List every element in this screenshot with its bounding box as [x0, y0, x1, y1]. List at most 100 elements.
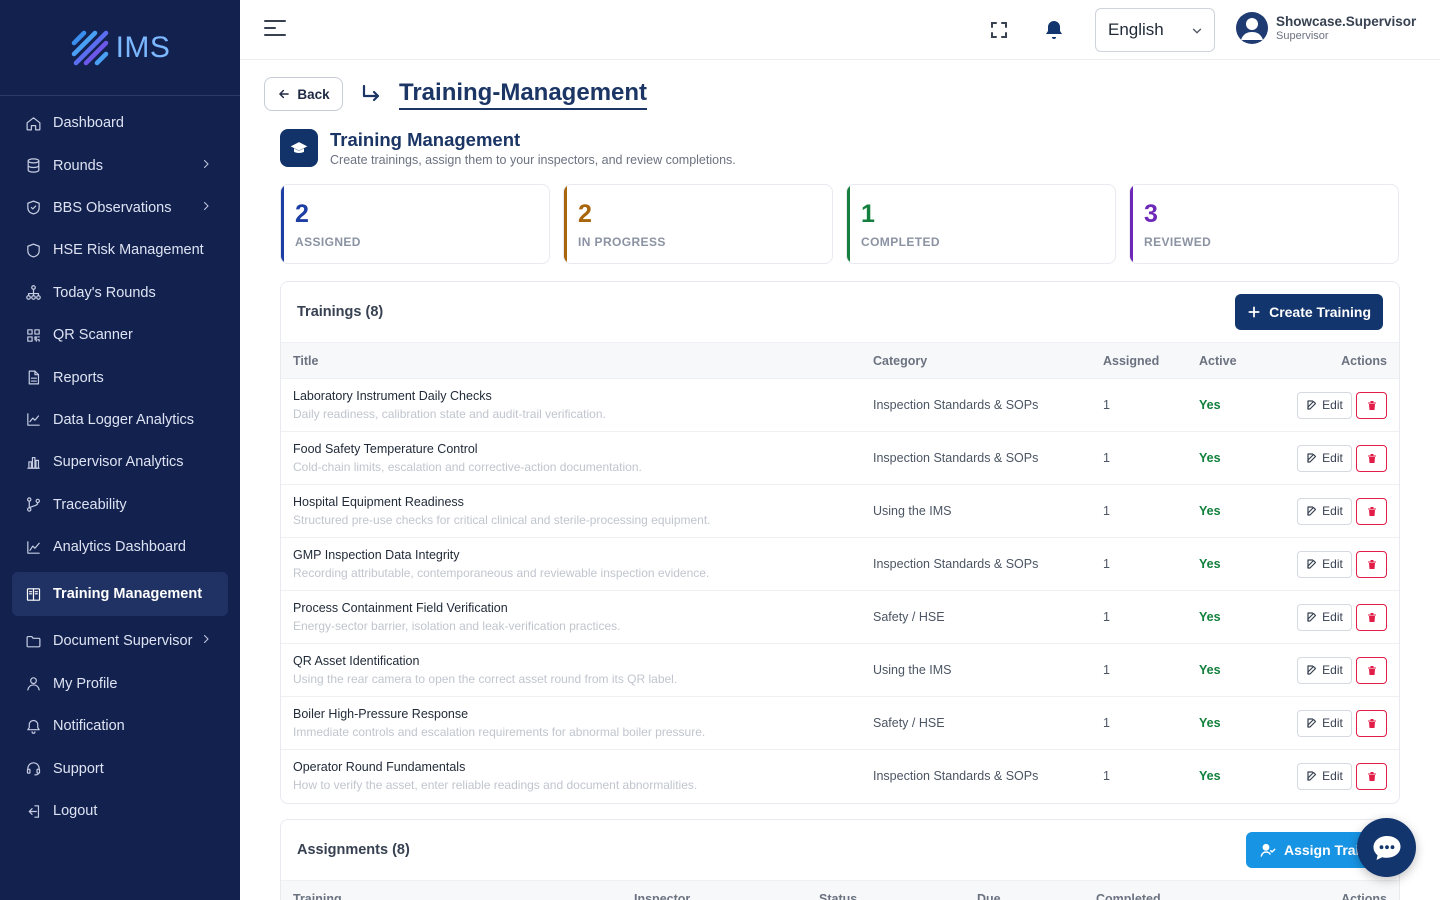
- fullscreen-icon[interactable]: [987, 18, 1011, 42]
- training-description: Using the rear camera to open the correc…: [293, 671, 678, 686]
- training-title: Laboratory Instrument Daily Checks: [293, 388, 492, 403]
- column-header-assigned[interactable]: Assigned: [1091, 342, 1187, 379]
- sidebar-item-today-s-rounds[interactable]: Today's Rounds: [0, 272, 240, 314]
- edit-button[interactable]: Edit: [1297, 550, 1352, 578]
- edit-button-label: Edit: [1322, 610, 1343, 624]
- sidebar-item-rounds[interactable]: Rounds: [0, 144, 240, 186]
- column-header-title[interactable]: Title: [281, 342, 861, 379]
- training-assigned-count: 1: [1103, 769, 1110, 784]
- delete-button[interactable]: [1356, 656, 1387, 684]
- training-actions: Edit: [1283, 590, 1399, 644]
- user-role: Supervisor: [1276, 29, 1329, 42]
- delete-button[interactable]: [1356, 497, 1387, 525]
- sidebar-item-qr-scanner[interactable]: QR Scanner: [0, 314, 240, 356]
- edit-button[interactable]: Edit: [1297, 762, 1352, 790]
- sidebar-item-training-management[interactable]: Training Management: [12, 572, 228, 617]
- training-description: Recording attributable, contemporaneous …: [293, 565, 710, 580]
- page-title: Training-Management: [399, 79, 648, 110]
- sidebar-item-document-supervisor[interactable]: Document Supervisor: [0, 620, 240, 662]
- corner-down-right-icon: [362, 84, 380, 102]
- edit-icon: [1307, 612, 1317, 622]
- column-header-due[interactable]: Due: [965, 880, 1084, 900]
- bar-chart-icon: [24, 453, 42, 471]
- column-header-category[interactable]: Category: [861, 342, 1091, 379]
- trash-icon: [1367, 453, 1376, 463]
- edit-button-label: Edit: [1322, 663, 1343, 677]
- delete-button[interactable]: [1356, 444, 1387, 472]
- logo-text: IMS: [115, 30, 171, 64]
- delete-button[interactable]: [1356, 709, 1387, 737]
- column-header-completed[interactable]: Completed: [1084, 880, 1314, 900]
- stat-card-reviewed: 3 REVIEWED: [1129, 184, 1399, 264]
- training-active-status: Yes: [1187, 590, 1283, 644]
- edit-button[interactable]: Edit: [1297, 497, 1352, 525]
- git-branch-icon: [24, 496, 42, 514]
- delete-button[interactable]: [1356, 762, 1387, 790]
- sidebar-item-data-logger-analytics[interactable]: Data Logger Analytics: [0, 399, 240, 441]
- main-content: Back Training-Management Training Manage…: [240, 60, 1440, 900]
- training-description: Structured pre-use checks for critical c…: [293, 512, 711, 527]
- edit-button[interactable]: Edit: [1297, 444, 1352, 472]
- logo[interactable]: IMS: [0, 0, 240, 96]
- edit-icon: [1307, 771, 1317, 781]
- section-header: Training Management Create trainings, as…: [280, 129, 736, 167]
- user-check-icon: [1260, 843, 1276, 857]
- notification-bell-icon[interactable]: [1042, 18, 1066, 42]
- edit-button[interactable]: Edit: [1297, 656, 1352, 684]
- column-header-actions[interactable]: Actions: [1283, 342, 1399, 379]
- topbar: English Showcase.Supervisor Supervisor: [240, 0, 1440, 60]
- sidebar-item-support[interactable]: Support: [0, 747, 240, 789]
- delete-button[interactable]: [1356, 391, 1387, 419]
- sidebar-item-my-profile[interactable]: My Profile: [0, 663, 240, 705]
- column-header-training[interactable]: Training: [281, 880, 622, 900]
- column-header-inspector[interactable]: Inspector: [622, 880, 807, 900]
- sidebar-item-bbs-observations[interactable]: BBS Observations: [0, 187, 240, 229]
- delete-button[interactable]: [1356, 603, 1387, 631]
- sidebar-item-notification[interactable]: Notification: [0, 705, 240, 747]
- edit-button[interactable]: Edit: [1297, 391, 1352, 419]
- trash-icon: [1367, 612, 1376, 622]
- sidebar-item-supervisor-analytics[interactable]: Supervisor Analytics: [0, 441, 240, 483]
- create-training-button[interactable]: Create Training: [1235, 294, 1383, 330]
- stat-label: ASSIGNED: [295, 235, 361, 249]
- language-select[interactable]: English: [1095, 8, 1215, 52]
- training-assigned-count: 1: [1091, 537, 1187, 591]
- column-header-actions[interactable]: Actions: [1314, 880, 1399, 900]
- delete-button[interactable]: [1356, 550, 1387, 578]
- sidebar-item-dashboard[interactable]: Dashboard: [0, 102, 240, 144]
- sidebar-item-hse-risk-management[interactable]: HSE Risk Management: [0, 229, 240, 271]
- stat-card-in-progress: 2 IN PROGRESS: [563, 184, 833, 264]
- training-title: Operator Round Fundamentals: [293, 759, 466, 774]
- training-assigned-count: 1: [1091, 590, 1187, 644]
- user-menu[interactable]: Showcase.Supervisor Supervisor: [1236, 12, 1416, 44]
- stats-row: 2 ASSIGNED 2 IN PROGRESS 1 COMPLETED 3 REVIEWED: [280, 184, 1399, 264]
- column-header-active[interactable]: Active: [1187, 342, 1283, 379]
- sidebar-item-traceability[interactable]: Traceability: [0, 484, 240, 526]
- book-open-icon: [24, 585, 42, 603]
- edit-button[interactable]: Edit: [1297, 603, 1352, 631]
- sidebar-item-logout[interactable]: Logout: [0, 790, 240, 832]
- sidebar-item-label: Reports: [53, 369, 104, 386]
- sidebar-item-label: Rounds: [53, 157, 103, 174]
- sidebar-item-analytics-dashboard[interactable]: Analytics Dashboard: [0, 526, 240, 568]
- menu-toggle-icon[interactable]: [264, 20, 286, 40]
- edit-button-label: Edit: [1322, 451, 1343, 465]
- edit-icon: [1307, 453, 1317, 463]
- arrow-left-icon: [279, 89, 290, 99]
- trainings-table: Title Category Assigned Active Actions Labor…: [281, 342, 1399, 803]
- edit-icon: [1307, 718, 1317, 728]
- edit-button[interactable]: Edit: [1297, 709, 1352, 737]
- back-button-label: Back: [297, 86, 330, 102]
- trash-icon: [1367, 506, 1376, 516]
- training-title-cell: Process Containment Field Verification En…: [281, 590, 861, 644]
- sidebar-item-label: QR Scanner: [53, 327, 133, 344]
- training-title-cell: Hospital Equipment Readiness Structured p…: [281, 484, 861, 538]
- sidebar-item-reports[interactable]: Reports: [0, 356, 240, 398]
- back-button[interactable]: Back: [264, 77, 343, 111]
- edit-icon: [1307, 665, 1317, 675]
- shield-icon: [24, 241, 42, 259]
- user-name: Showcase.Supervisor: [1276, 13, 1417, 29]
- column-header-status[interactable]: Status: [807, 880, 965, 900]
- chat-button[interactable]: [1357, 818, 1416, 877]
- chevron-right-icon: [200, 633, 212, 649]
